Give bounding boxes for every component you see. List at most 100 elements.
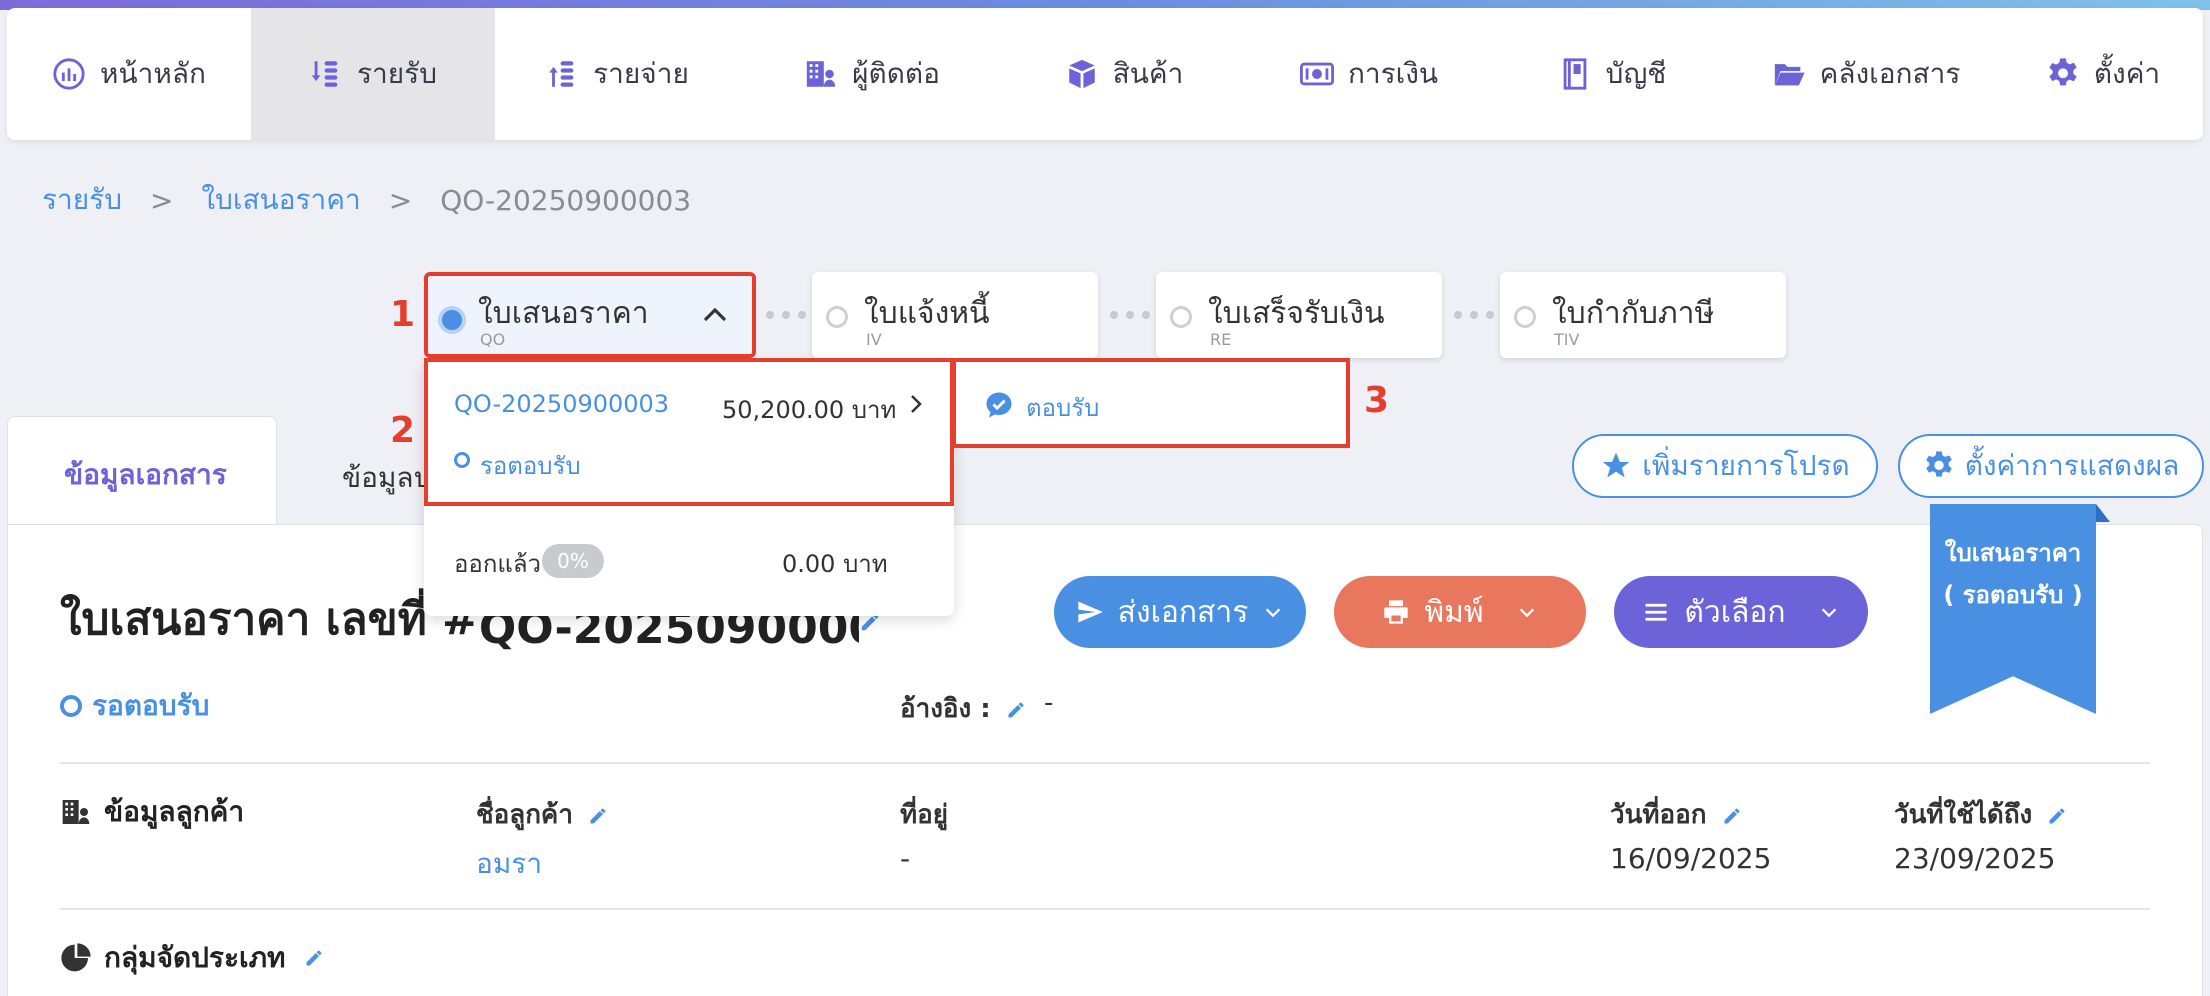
step-dot (1514, 306, 1536, 328)
nav-label: ตั้งค่า (2093, 57, 2161, 90)
expense-icon (549, 61, 574, 87)
document-status: รอตอบรับ (60, 684, 209, 728)
customer-name-label: ชื่อลูกค้า (476, 794, 608, 835)
breadcrumb: รายรับ > ใบเสนอราคา > QO-20250900003 (42, 178, 691, 222)
customer-name-value[interactable]: อมรา (476, 842, 542, 886)
status-ring-icon (454, 452, 470, 468)
dashboard-icon (53, 58, 85, 90)
nav-label: บัญชี (1605, 57, 1667, 90)
category-section-title: กลุ่มจัดประเภท (104, 941, 286, 974)
nav-item-income[interactable]: รายรับ (251, 8, 495, 140)
chevron-right-icon[interactable] (904, 390, 928, 418)
nav-label: รายรับ (357, 57, 437, 90)
category-section-header: กลุ่มจัดประเภท (60, 936, 324, 980)
gear-icon (1925, 451, 1952, 477)
display-settings-label: ตั้งค่าการแสดงผล (1964, 449, 2180, 482)
callout-number-2: 2 (390, 410, 416, 451)
add-favorite-label: เพิ่มรายการโปรด (1642, 449, 1850, 482)
reference-label: อ้างอิง : (900, 688, 1026, 729)
nav-label: หน้าหลัก (100, 57, 206, 90)
tab-second[interactable]: ข้อมูลป (342, 456, 431, 500)
pencil-icon[interactable] (588, 806, 608, 826)
chevron-down-icon (1519, 608, 1534, 618)
valid-until-label-text: วันที่ใช้ได้ถึง (1894, 800, 2033, 830)
menu-icon (1645, 603, 1667, 621)
accept-submenu[interactable]: ตอบรับ (952, 358, 1350, 448)
dropdown-status: รอตอบรับ (480, 452, 581, 480)
tab-document-info[interactable]: ข้อมูลเอกสาร (7, 416, 277, 526)
step-quotation[interactable]: ใบเสนอราคา QO (424, 272, 756, 358)
step-receipt[interactable]: ใบเสร็จรับเงิน RE (1156, 272, 1442, 358)
send-document-button[interactable]: ส่งเอกสาร (1054, 576, 1306, 648)
add-favorite-button[interactable]: เพิ่มรายการโปรด (1572, 434, 1878, 498)
customer-name-label-text: ชื่อลูกค้า (476, 800, 573, 830)
issue-date-label-text: วันที่ออก (1610, 800, 1707, 830)
income-icon (311, 61, 338, 87)
building-icon (62, 800, 90, 824)
breadcrumb-quotation[interactable]: ใบเสนอราคา (201, 178, 360, 222)
chevron-up-icon (703, 307, 727, 322)
dropdown-amount: 50,200.00 บาท (722, 396, 897, 424)
pencil-icon[interactable] (1006, 700, 1026, 720)
status-ring-icon (60, 695, 82, 717)
issue-date-value: 16/09/2025 (1610, 842, 1772, 875)
ledger-icon (1563, 58, 1587, 90)
divider (60, 762, 2150, 764)
folder-icon (1774, 64, 1805, 86)
ribbon-line-2: ( รอตอบรับ ) (1943, 581, 2083, 609)
chevron-down-icon (1266, 608, 1281, 618)
nav-label: สินค้า (1112, 57, 1184, 90)
paper-plane-icon (1077, 601, 1103, 623)
nav-item-home[interactable]: หน้าหลัก (7, 8, 251, 140)
nav-label: รายจ่าย (593, 57, 689, 90)
star-icon (1602, 452, 1630, 478)
dropdown-doc-number[interactable]: QO-20250900003 (454, 390, 669, 418)
callout-number-1: 1 (390, 294, 416, 335)
chat-check-icon (986, 392, 1012, 418)
valid-until-value: 23/09/2025 (1894, 842, 2056, 875)
nav-item-finance[interactable]: การเงิน (1243, 8, 1495, 140)
step-connector (1454, 311, 1494, 319)
pencil-icon[interactable] (1722, 806, 1742, 826)
nav-label: ผู้ติดต่อ (852, 57, 940, 90)
display-settings-button[interactable]: ตั้งค่าการแสดงผล (1898, 434, 2204, 498)
step-title: ใบแจ้งหนี้ (864, 296, 990, 331)
step-invoice[interactable]: ใบแจ้งหนี้ IV (812, 272, 1098, 358)
send-document-label: ส่งเอกสาร (1117, 594, 1249, 630)
status-ribbon-text: ใบเสนอราคา ( รอตอบรับ ) (1930, 532, 2096, 616)
step-connector (1110, 311, 1150, 319)
issue-date-label: วันที่ออก (1610, 794, 1742, 835)
step-tax-invoice[interactable]: ใบกำกับภาษี TIV (1500, 272, 1786, 358)
nav-label: การเงิน (1347, 57, 1439, 90)
step-code: TIV (1554, 330, 1580, 349)
pie-chart-icon (61, 943, 91, 972)
nav-item-settings[interactable]: ตั้งค่า (2003, 8, 2203, 140)
step-title: ใบเสร็จรับเงิน (1208, 296, 1385, 331)
customer-section-title: ข้อมูลลูกค้า (104, 795, 245, 828)
reference-value: - (1044, 688, 1054, 718)
ribbon-fold (2096, 504, 2110, 522)
nav-item-contacts[interactable]: ผู้ติดต่อ (739, 8, 1005, 140)
money-icon (1299, 62, 1334, 86)
printer-icon (1384, 600, 1408, 624)
chevron-down-icon (1821, 608, 1836, 618)
nav-item-documents[interactable]: คลังเอกสาร (1729, 8, 2003, 140)
document-status-label: รอตอบรับ (92, 689, 210, 722)
callout-number-3: 3 (1364, 380, 1390, 421)
nav-item-accounting[interactable]: บัญชี (1495, 8, 1729, 140)
pencil-icon[interactable] (304, 948, 324, 968)
contacts-icon (806, 61, 836, 87)
nav-item-products[interactable]: สินค้า (1005, 8, 1243, 140)
customer-section-header: ข้อมูลลูกค้า (60, 790, 244, 834)
breadcrumb-income[interactable]: รายรับ (42, 178, 122, 222)
nav-item-expense[interactable]: รายจ่าย (495, 8, 739, 140)
print-button[interactable]: พิมพ์ (1334, 576, 1586, 648)
options-label: ตัวเลือก (1684, 594, 1786, 630)
pencil-icon[interactable] (2047, 806, 2067, 826)
issued-percent-badge: 0% (542, 544, 604, 578)
dropdown-issued-label: ออกแล้ว (454, 550, 542, 578)
step-code: RE (1210, 330, 1232, 349)
address-label: ที่อยู่ (900, 800, 948, 830)
divider (60, 908, 2150, 910)
options-button[interactable]: ตัวเลือก (1614, 576, 1868, 648)
